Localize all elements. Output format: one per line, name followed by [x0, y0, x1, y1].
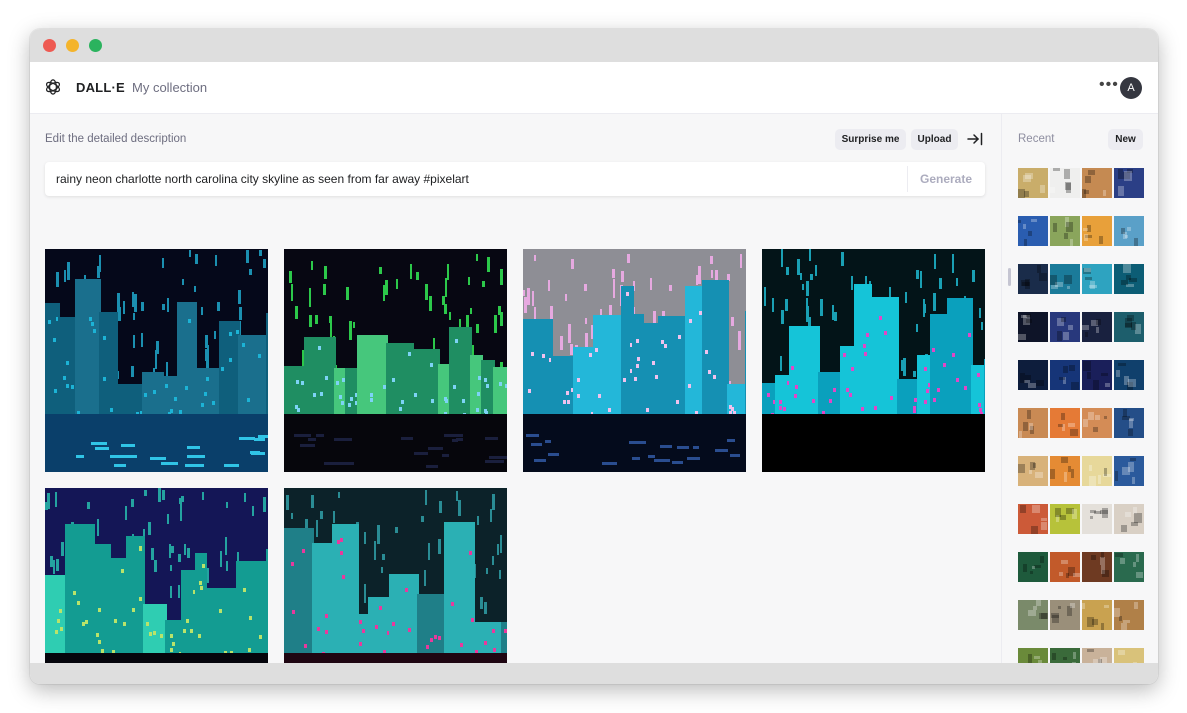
- maximize-window-button[interactable]: [89, 39, 102, 52]
- recent-row: [1018, 360, 1145, 390]
- recent-thumbnail[interactable]: [1114, 264, 1144, 294]
- recent-row: [1018, 552, 1145, 582]
- recent-label: Recent: [1018, 133, 1055, 145]
- window-titlebar: [30, 29, 1158, 62]
- recent-thumbnail[interactable]: [1050, 264, 1080, 294]
- recent-thumbnail[interactable]: [1114, 216, 1144, 246]
- recent-thumbnail[interactable]: [1050, 312, 1080, 342]
- generate-button[interactable]: Generate: [920, 172, 972, 186]
- result-image[interactable]: [284, 488, 507, 663]
- recent-row: [1018, 600, 1145, 630]
- recent-thumbnail[interactable]: [1114, 600, 1144, 630]
- recent-thumbnail[interactable]: [1114, 648, 1144, 663]
- recent-thumbnail[interactable]: [1050, 552, 1080, 582]
- recent-thumbnail[interactable]: [1082, 408, 1112, 438]
- description-hint: Edit the detailed description: [45, 133, 187, 145]
- recent-thumbnail[interactable]: [1082, 216, 1112, 246]
- recent-thumbnail[interactable]: [1082, 456, 1112, 486]
- recent-row: [1018, 312, 1145, 342]
- result-image[interactable]: [523, 249, 746, 472]
- recent-thumbnail[interactable]: [1018, 264, 1048, 294]
- recent-thumbnail[interactable]: [1114, 312, 1144, 342]
- recent-row: [1018, 456, 1145, 486]
- result-image[interactable]: [284, 249, 507, 472]
- recent-thumbnail[interactable]: [1050, 600, 1080, 630]
- recent-row: [1018, 504, 1145, 534]
- recent-thumbnail[interactable]: [1018, 552, 1048, 582]
- recent-thumbnail[interactable]: [1018, 312, 1048, 342]
- recent-thumbnail[interactable]: [1114, 168, 1144, 198]
- recent-thumbnail[interactable]: [1114, 456, 1144, 486]
- upload-button[interactable]: Upload: [911, 129, 958, 150]
- recent-thumbnail[interactable]: [1050, 168, 1080, 198]
- more-options-icon[interactable]: •••: [1099, 76, 1119, 94]
- recent-thumbnail[interactable]: [1050, 408, 1080, 438]
- brand-name[interactable]: DALL·E: [76, 80, 125, 95]
- prompt-divider: [907, 166, 908, 192]
- recent-thumbnail[interactable]: [1114, 360, 1144, 390]
- recent-thumbnail[interactable]: [1018, 168, 1048, 198]
- recent-thumbnail[interactable]: [1018, 360, 1048, 390]
- recent-row: [1018, 168, 1145, 198]
- recent-thumbnail[interactable]: [1082, 264, 1112, 294]
- recent-thumbnail[interactable]: [1050, 504, 1080, 534]
- prompt-box: Generate: [45, 162, 985, 196]
- recent-thumbnail[interactable]: [1050, 216, 1080, 246]
- surprise-me-button[interactable]: Surprise me: [835, 129, 906, 150]
- window-bottom-bar: [30, 663, 1158, 684]
- recent-thumbnail[interactable]: [1050, 648, 1080, 663]
- recent-thumbnail[interactable]: [1082, 360, 1112, 390]
- recent-row: [1018, 264, 1145, 294]
- recent-thumbnail[interactable]: [1114, 504, 1144, 534]
- my-collection-link[interactable]: My collection: [132, 80, 207, 95]
- recent-thumbnail[interactable]: [1018, 216, 1048, 246]
- openai-logo-icon[interactable]: [44, 78, 62, 96]
- recent-thumbnail[interactable]: [1018, 648, 1048, 663]
- recent-thumbnail[interactable]: [1018, 600, 1048, 630]
- result-image[interactable]: [762, 249, 985, 472]
- app-header: DALL·E My collection ••• A: [30, 62, 1158, 114]
- recent-thumbnail[interactable]: [1018, 408, 1048, 438]
- recent-thumbnail[interactable]: [1082, 552, 1112, 582]
- recent-row: [1018, 216, 1145, 246]
- recent-thumbnail[interactable]: [1114, 408, 1144, 438]
- recent-thumbnail[interactable]: [1050, 360, 1080, 390]
- recent-thumbnail[interactable]: [1082, 600, 1112, 630]
- recent-thumbnail[interactable]: [1082, 312, 1112, 342]
- browser-window: DALL·E My collection ••• A Edit the deta…: [30, 29, 1158, 684]
- new-button[interactable]: New: [1108, 129, 1143, 150]
- result-image[interactable]: [45, 249, 268, 472]
- close-window-button[interactable]: [43, 39, 56, 52]
- recent-row: [1018, 648, 1145, 663]
- recent-sidebar: Recent New: [1001, 114, 1158, 663]
- recent-row: [1018, 408, 1145, 438]
- sidebar-resize-handle[interactable]: [1008, 268, 1011, 286]
- collapse-sidebar-icon[interactable]: [967, 132, 983, 146]
- recent-thumbnail[interactable]: [1082, 504, 1112, 534]
- recent-thumbnail[interactable]: [1082, 648, 1112, 663]
- recent-thumbnail[interactable]: [1082, 168, 1112, 198]
- result-image[interactable]: [45, 488, 268, 663]
- recent-thumbnail[interactable]: [1018, 504, 1048, 534]
- prompt-input[interactable]: [56, 162, 896, 196]
- minimize-window-button[interactable]: [66, 39, 79, 52]
- recent-thumbnail[interactable]: [1050, 456, 1080, 486]
- user-avatar[interactable]: A: [1120, 77, 1142, 99]
- recent-thumbnail[interactable]: [1018, 456, 1048, 486]
- main-panel: Edit the detailed description Surprise m…: [30, 114, 1001, 663]
- recent-thumbnail[interactable]: [1114, 552, 1144, 582]
